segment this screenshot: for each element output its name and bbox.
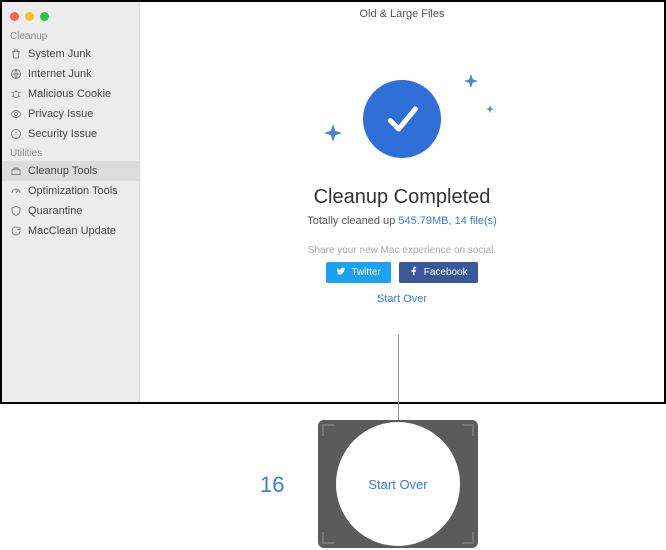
sidebar-section-cleanup: Cleanup bbox=[2, 27, 139, 44]
sidebar-item-label: System Junk bbox=[28, 48, 91, 60]
success-graphic bbox=[302, 64, 502, 174]
start-over-link[interactable]: Start Over bbox=[377, 293, 427, 305]
result-subline: Totally cleaned up 545.79MB, 14 file(s) bbox=[307, 215, 497, 227]
checkmark-badge-icon bbox=[363, 80, 441, 158]
sidebar-item-label: MacClean Update bbox=[28, 225, 116, 237]
sidebar-item-label: Privacy Issue bbox=[28, 108, 93, 120]
sidebar-item-internet-junk[interactable]: Internet Junk bbox=[2, 64, 139, 84]
sidebar-section-utilities: Utilities bbox=[2, 144, 139, 161]
twitter-icon bbox=[336, 266, 346, 279]
sidebar-item-label: Security Issue bbox=[28, 128, 97, 140]
close-window-button[interactable] bbox=[10, 12, 19, 21]
sidebar-item-label: Quarantine bbox=[28, 205, 82, 217]
trash-icon bbox=[10, 48, 22, 60]
sidebar-item-security-issue[interactable]: Security Issue bbox=[2, 124, 139, 144]
sparkle-icon bbox=[486, 100, 494, 108]
crop-corner-icon bbox=[322, 532, 334, 544]
crop-corner-icon bbox=[462, 532, 474, 544]
sidebar: Cleanup System Junk Internet Junk Malici… bbox=[2, 2, 140, 402]
sidebar-item-cleanup-tools[interactable]: Cleanup Tools bbox=[2, 161, 139, 181]
minimize-window-button[interactable] bbox=[25, 12, 34, 21]
magnifier-lens: Start Over bbox=[336, 422, 460, 546]
share-twitter-label: Twitter bbox=[351, 267, 380, 278]
zoom-window-button[interactable] bbox=[40, 12, 49, 21]
refresh-icon bbox=[10, 225, 22, 237]
result-headline: Cleanup Completed bbox=[314, 186, 491, 209]
callout-magnifier: Start Over bbox=[318, 420, 478, 548]
share-twitter-button[interactable]: Twitter bbox=[326, 262, 390, 283]
gauge-icon bbox=[10, 185, 22, 197]
main-content: Old & Large Files Cleanup Completed Tota… bbox=[140, 2, 664, 402]
window-controls bbox=[2, 8, 139, 27]
sparkle-icon bbox=[324, 124, 342, 142]
crop-corner-icon bbox=[462, 424, 474, 436]
sidebar-item-optimization-tools[interactable]: Optimization Tools bbox=[2, 181, 139, 201]
toolbox-icon bbox=[10, 165, 22, 177]
shield-icon bbox=[10, 205, 22, 217]
share-prompt: Share your new Mac experience on social. bbox=[308, 245, 496, 256]
callout-label: Start Over bbox=[368, 477, 427, 492]
globe-icon bbox=[10, 68, 22, 80]
result-subline-prefix: Totally cleaned up bbox=[307, 215, 398, 227]
facebook-icon bbox=[409, 266, 419, 279]
sidebar-item-system-junk[interactable]: System Junk bbox=[2, 44, 139, 64]
sparkle-icon bbox=[464, 74, 478, 88]
alert-icon bbox=[10, 128, 22, 140]
sidebar-item-label: Optimization Tools bbox=[28, 185, 118, 197]
callout-number: 16 bbox=[260, 472, 284, 498]
crop-corner-icon bbox=[322, 424, 334, 436]
eye-icon bbox=[10, 108, 22, 120]
sidebar-item-macclean-update[interactable]: MacClean Update bbox=[2, 221, 139, 241]
sidebar-item-label: Internet Junk bbox=[28, 68, 92, 80]
callout-connector bbox=[398, 335, 399, 425]
result-hero: Cleanup Completed Totally cleaned up 545… bbox=[302, 64, 502, 305]
bug-icon bbox=[10, 88, 22, 100]
sidebar-item-malicious-cookie[interactable]: Malicious Cookie bbox=[2, 84, 139, 104]
sidebar-item-quarantine[interactable]: Quarantine bbox=[2, 201, 139, 221]
sidebar-item-label: Malicious Cookie bbox=[28, 88, 111, 100]
app-window: Cleanup System Junk Internet Junk Malici… bbox=[0, 0, 666, 404]
page-title: Old & Large Files bbox=[140, 2, 664, 26]
result-stat: 545.79MB, 14 file(s) bbox=[398, 215, 496, 227]
sidebar-item-privacy-issue[interactable]: Privacy Issue bbox=[2, 104, 139, 124]
share-buttons: Twitter Facebook bbox=[326, 262, 477, 283]
sidebar-item-label: Cleanup Tools bbox=[28, 165, 98, 177]
share-facebook-button[interactable]: Facebook bbox=[399, 262, 478, 283]
share-facebook-label: Facebook bbox=[424, 267, 468, 278]
